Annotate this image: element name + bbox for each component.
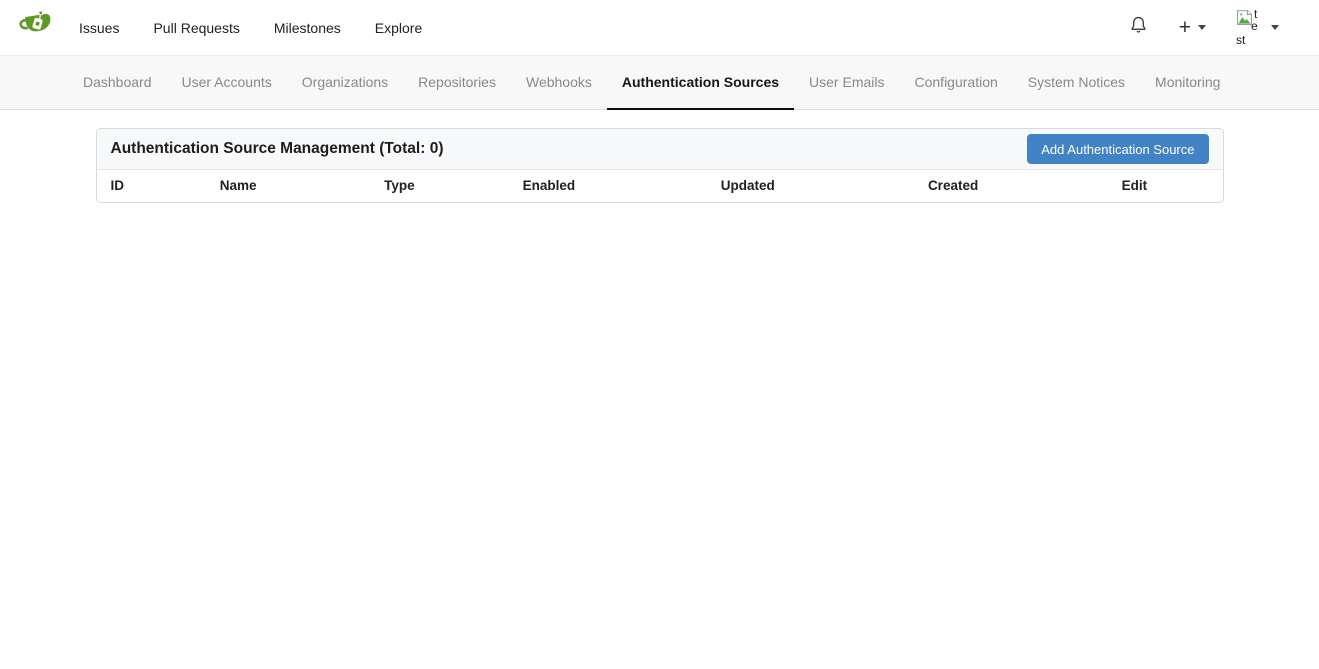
tab-authentication-sources[interactable]: Authentication Sources: [607, 56, 794, 110]
gitea-logo-icon: [18, 10, 54, 45]
column-header-created: Created: [914, 170, 1108, 202]
tab-user-emails[interactable]: User Emails: [794, 56, 899, 110]
column-header-enabled: Enabled: [509, 170, 707, 202]
auth-source-panel: Authentication Source Management (Total:…: [96, 128, 1224, 203]
column-header-updated: Updated: [707, 170, 914, 202]
table-header-row: ID Name Type Enabled Updated Created Edi…: [97, 170, 1223, 202]
nav-item-issues[interactable]: Issues: [62, 0, 136, 55]
tab-monitoring[interactable]: Monitoring: [1140, 56, 1235, 110]
panel-header: Authentication Source Management (Total:…: [97, 129, 1223, 169]
tab-repositories[interactable]: Repositories: [403, 56, 511, 110]
tab-system-notices[interactable]: System Notices: [1013, 56, 1140, 110]
tab-user-accounts[interactable]: User Accounts: [167, 56, 287, 110]
navbar-right-cluster: + t e st: [1113, 0, 1294, 55]
tab-webhooks[interactable]: Webhooks: [511, 56, 607, 110]
nav-item-pull-requests[interactable]: Pull Requests: [136, 0, 256, 55]
admin-tab-bar: Dashboard User Accounts Organizations Re…: [0, 55, 1319, 110]
gitea-logo[interactable]: [18, 10, 54, 45]
nav-item-explore[interactable]: Explore: [358, 0, 439, 55]
column-header-type: Type: [370, 170, 508, 202]
plus-icon: +: [1179, 17, 1191, 38]
create-new-dropdown[interactable]: +: [1164, 0, 1221, 55]
column-header-id: ID: [97, 170, 206, 202]
page-title: Authentication Source Management (Total:…: [111, 140, 444, 158]
tab-organizations[interactable]: Organizations: [287, 56, 403, 110]
user-menu-dropdown[interactable]: t e st: [1221, 0, 1294, 55]
main-content: Authentication Source Management (Total:…: [0, 110, 1319, 203]
tab-dashboard[interactable]: Dashboard: [68, 56, 167, 110]
column-header-name: Name: [206, 170, 370, 202]
notifications-button[interactable]: [1113, 0, 1164, 55]
bell-icon: [1128, 14, 1149, 41]
column-header-edit: Edit: [1108, 170, 1223, 202]
avatar-alt-fragment: e: [1251, 19, 1258, 33]
avatar: t e st: [1236, 8, 1264, 48]
avatar-alt-fragment: st: [1236, 33, 1245, 47]
chevron-down-icon: [1198, 25, 1206, 30]
add-authentication-source-button[interactable]: Add Authentication Source: [1027, 134, 1208, 164]
auth-sources-table: ID Name Type Enabled Updated Created Edi…: [97, 169, 1223, 202]
nav-item-milestones[interactable]: Milestones: [257, 0, 358, 55]
tab-configuration[interactable]: Configuration: [900, 56, 1013, 110]
top-navbar: Issues Pull Requests Milestones Explore …: [0, 0, 1319, 55]
chevron-down-icon: [1271, 25, 1279, 30]
